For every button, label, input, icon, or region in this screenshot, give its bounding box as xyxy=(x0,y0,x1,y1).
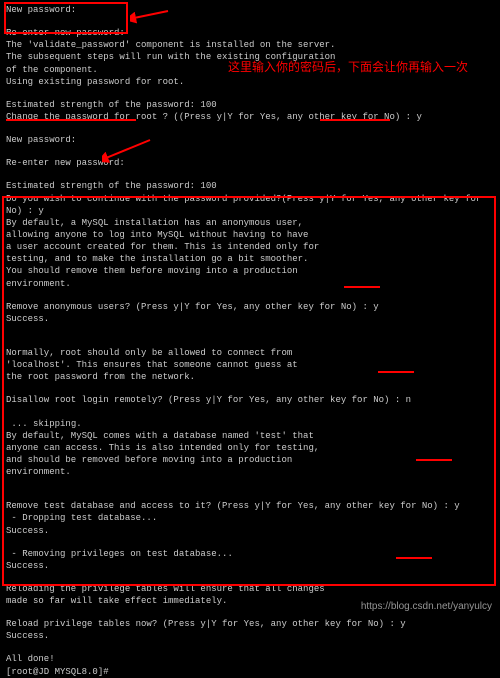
output-line: Estimated strength of the password: 100 xyxy=(6,180,494,192)
output-line: Do you wish to continue with the passwor… xyxy=(6,193,494,217)
output-line: Re-enter new password: xyxy=(6,27,494,39)
blank-line xyxy=(6,88,494,99)
output-line: The subsequent steps will run with the e… xyxy=(6,51,494,63)
blank-line xyxy=(6,642,494,653)
output-line: Success. xyxy=(6,525,494,537)
output-line: ... skipping. xyxy=(6,418,494,430)
output-line: 'localhost'. This ensures that someone c… xyxy=(6,359,494,371)
output-line: of the component. xyxy=(6,64,494,76)
blank-line xyxy=(6,325,494,336)
output-line: You should remove them before moving int… xyxy=(6,265,494,277)
output-line: Success. xyxy=(6,630,494,642)
output-line: Disallow root login remotely? (Press y|Y… xyxy=(6,394,494,406)
terminal-output: New password: Re-enter new password: The… xyxy=(0,0,500,618)
output-line: Success. xyxy=(6,560,494,572)
blank-line xyxy=(6,336,494,347)
output-line: Remove anonymous users? (Press y|Y for Y… xyxy=(6,301,494,313)
output-line: Using existing password for root. xyxy=(6,76,494,88)
output-line: Success. xyxy=(6,313,494,325)
output-line: - Removing privileges on test database..… xyxy=(6,548,494,560)
blank-line xyxy=(6,146,494,157)
output-line: Reload privilege tables now? (Press y|Y … xyxy=(6,618,494,630)
output-line: New password: xyxy=(6,4,494,16)
blank-line xyxy=(6,489,494,500)
output-line: Estimated strength of the password: 100 xyxy=(6,99,494,111)
output-line: and should be removed before moving into… xyxy=(6,454,494,466)
output-line: allowing anyone to log into MySQL withou… xyxy=(6,229,494,241)
blank-line xyxy=(6,407,494,418)
watermark-text: https://blog.csdn.net/yanyulcy xyxy=(361,601,492,612)
output-line: testing, and to make the installation go… xyxy=(6,253,494,265)
blank-line xyxy=(6,169,494,180)
output-line: New password: xyxy=(6,134,494,146)
output-line: All done! xyxy=(6,653,494,665)
blank-line xyxy=(6,572,494,583)
blank-line xyxy=(6,16,494,27)
output-line: Reloading the privilege tables will ensu… xyxy=(6,583,494,595)
shell-prompt[interactable]: [root@JD MYSQL8.0]# xyxy=(6,666,494,678)
output-line: By default, MySQL comes with a database … xyxy=(6,430,494,442)
output-line: - Dropping test database... xyxy=(6,512,494,524)
output-line: The 'validate_password' component is ins… xyxy=(6,39,494,51)
output-line: a user account created for them. This is… xyxy=(6,241,494,253)
blank-line xyxy=(6,383,494,394)
output-line: By default, a MySQL installation has an … xyxy=(6,217,494,229)
output-line: environment. xyxy=(6,466,494,478)
output-line: environment. xyxy=(6,278,494,290)
blank-line xyxy=(6,537,494,548)
output-line: anyone can access. This is also intended… xyxy=(6,442,494,454)
output-line: Remove test database and access to it? (… xyxy=(6,500,494,512)
output-line: Normally, root should only be allowed to… xyxy=(6,347,494,359)
blank-line xyxy=(6,478,494,489)
blank-line xyxy=(6,290,494,301)
blank-line xyxy=(6,123,494,134)
output-line: Change the password for root ? ((Press y… xyxy=(6,111,494,123)
output-line: the root password from the network. xyxy=(6,371,494,383)
output-line: Re-enter new password: xyxy=(6,157,494,169)
